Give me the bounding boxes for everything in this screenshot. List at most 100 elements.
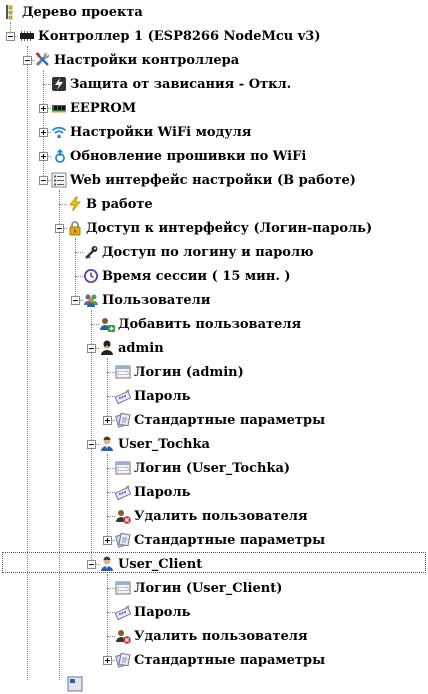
tree-item-access-login[interactable]: Доступ по логину и паролю [83,242,313,262]
tree-item-wifi[interactable]: Настройки WiFi модуля [51,122,251,142]
tree-item-client-password[interactable]: Пароль [115,602,190,622]
tree-item-user-admin[interactable]: admin [99,338,164,358]
tree-item-eeprom[interactable]: EEPROM [51,98,136,118]
tree-item-label: Web интерфейс настройки (В работе) [70,172,356,188]
collapse-toggle-settings[interactable] [23,56,32,65]
users-group-icon [83,292,99,308]
web-list-icon [51,172,67,188]
tree-item-admin-password[interactable]: Пароль [115,386,190,406]
tree-item-label: Доступ к интерфейсу (Логин-пароль) [86,220,373,236]
tree-item-label: Время сессии ( 15 мин. ) [102,268,291,284]
tree-item-label: User_Client [118,556,203,572]
expand-toggle-eeprom[interactable] [39,104,48,113]
tree-item-label: Контроллер 1 (ESP8266 NodeMcu v3) [38,28,321,44]
tree-item-web[interactable]: Web интерфейс настройки (В работе) [51,170,356,190]
controller-board-icon [19,28,35,44]
tree-item-partial[interactable] [67,674,86,694]
tree-item-session[interactable]: Время сессии ( 15 мин. ) [83,266,291,286]
tree-item-client-login[interactable]: Логин (User_Client) [115,578,282,598]
lock-icon [67,220,83,236]
wifi-icon [51,124,67,140]
firmware-update-icon [51,148,67,164]
user-icon [99,436,115,452]
tree-item-label: Логин (User_Client) [134,580,283,596]
collapse-toggle-users[interactable] [71,296,80,305]
tree-item-tochka-login[interactable]: Логин (User_Tochka) [115,458,290,478]
tree-item-label: Пароль [134,604,191,620]
tree-item-label: User_Tochka [118,436,210,452]
tree-item-label: В работе [86,196,153,212]
tree-item-label: Доступ по логину и паролю [102,244,314,260]
tree-item-label: Пароль [134,388,191,404]
selection-focus [2,552,426,573]
tree-item-client-std[interactable]: Стандартные параметры [115,650,325,670]
tree-item-user-tochka[interactable]: User_Tochka [99,434,210,454]
tree-item-add-user[interactable]: Добавить пользователя [99,314,301,334]
tree-item-client-delete[interactable]: Удалить пользователя [115,626,308,646]
expand-toggle-admin-std[interactable] [103,416,112,425]
user-icon [99,556,115,572]
collapse-toggle-tochka[interactable] [87,440,96,449]
tree-root-label: Дерево проекта [22,4,143,20]
tree-item-label: Удалить пользователя [134,628,308,644]
expand-toggle-client-std[interactable] [103,656,112,665]
tree-item-watchdog[interactable]: Защита от зависания - Откл. [51,74,291,94]
tree-item-label: Защита от зависания - Откл. [70,76,292,92]
tree-item-working[interactable]: В работе [67,194,153,214]
tree-root[interactable]: Дерево проекта [3,2,143,22]
expand-toggle-ota[interactable] [39,152,48,161]
login-field-icon [115,364,131,380]
delete-user-icon [115,508,131,524]
admin-user-icon [99,340,115,356]
tree-item-access[interactable]: Доступ к интерфейсу (Логин-пароль) [67,218,372,238]
tree-item-settings[interactable]: Настройки контроллера [35,50,239,70]
tree-item-label: Настройки WiFi модуля [70,124,252,140]
login-field-icon [115,460,131,476]
password-icon [115,484,131,500]
password-icon [115,388,131,404]
tree-item-user-client[interactable]: User_Client [99,554,202,574]
password-icon [115,604,131,620]
key-icon [83,244,99,260]
collapse-toggle-access[interactable] [55,224,64,233]
tree-item-label: Пользователи [102,292,211,308]
expand-toggle-tochka-std[interactable] [103,536,112,545]
tree-item-tochka-password[interactable]: Пароль [115,482,190,502]
tree-item-label: Стандартные параметры [134,532,326,548]
tree-item-ota[interactable]: Обновление прошивки по WiFi [51,146,306,166]
watchdog-icon [51,76,67,92]
project-tree-icon [3,4,19,20]
add-user-icon [99,316,115,332]
tree-item-label: Пароль [134,484,191,500]
login-field-icon [115,580,131,596]
tree-item-label: Стандартные параметры [134,652,326,668]
tree-item-label: Логин (User_Tochka) [134,460,291,476]
tree-item-controller[interactable]: Контроллер 1 (ESP8266 NodeMcu v3) [19,26,321,46]
tree-item-label: Логин (admin) [134,364,244,380]
tree-item-tochka-std[interactable]: Стандартные параметры [115,530,325,550]
collapse-toggle-web[interactable] [39,176,48,185]
clock-icon [83,268,99,284]
collapse-toggle-controller[interactable] [6,32,15,41]
parameters-icon [115,532,131,548]
memory-chip-icon [51,100,67,116]
tree-item-label: Стандартные параметры [134,412,326,428]
tree-item-tochka-delete[interactable]: Удалить пользователя [115,506,308,526]
collapse-toggle-admin[interactable] [87,344,96,353]
tree-item-users[interactable]: Пользователи [83,290,211,310]
expand-toggle-wifi[interactable] [39,128,48,137]
tree-item-label: EEPROM [70,100,137,116]
tree-item-label: Настройки контроллера [54,52,240,68]
parameters-icon [115,412,131,428]
tree-item-label: Удалить пользователя [134,508,308,524]
tree-item-admin-login[interactable]: Логин (admin) [115,362,244,382]
module-icon [67,676,83,692]
tree-item-label: Добавить пользователя [118,316,302,332]
tree-item-label: admin [118,340,164,356]
lightning-icon [67,196,83,212]
collapse-toggle-client[interactable] [87,560,96,569]
delete-user-icon [115,628,131,644]
tree-item-admin-std[interactable]: Стандартные параметры [115,410,325,430]
parameters-icon [115,652,131,668]
tree-item-label: Обновление прошивки по WiFi [70,148,307,164]
